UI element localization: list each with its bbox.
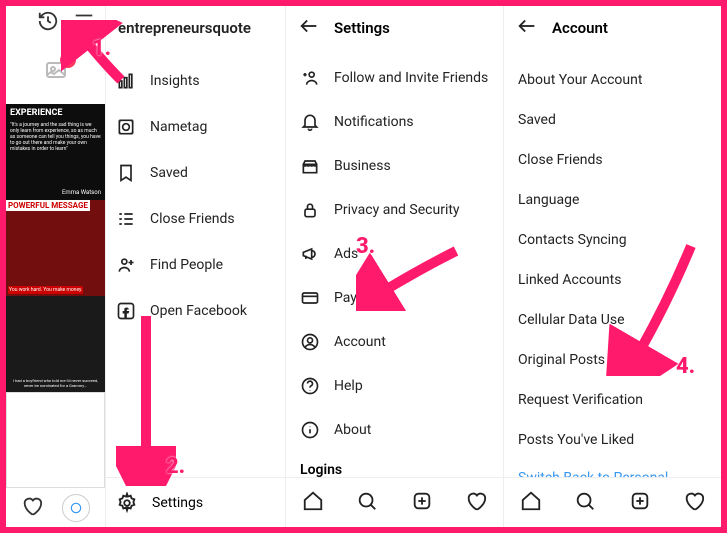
sidebar-item-nametag[interactable]: Nametag bbox=[106, 104, 285, 150]
account-item-liked[interactable]: Posts You've Liked bbox=[504, 420, 721, 460]
account-item-saved[interactable]: Saved bbox=[504, 100, 721, 140]
nav-search-icon[interactable] bbox=[574, 490, 596, 516]
page-title: Settings bbox=[334, 19, 390, 37]
account-item-contacts[interactable]: Contacts Syncing bbox=[504, 220, 721, 260]
sidebar-item-close-friends[interactable]: Close Friends bbox=[106, 196, 285, 242]
heart-icon[interactable] bbox=[21, 495, 43, 521]
list-item-label: Account bbox=[334, 334, 386, 350]
list-item-label: Posts You've Liked bbox=[518, 432, 634, 448]
list-item-label: Close Friends bbox=[518, 152, 603, 168]
back-icon[interactable] bbox=[298, 15, 320, 41]
account-item-cellular[interactable]: Cellular Data Use bbox=[504, 300, 721, 340]
list-item-label: Original Posts bbox=[518, 352, 605, 368]
post-thumbnail[interactable]: EXPERIENCE "It's a journey and the sad t… bbox=[6, 104, 105, 200]
sidebar-item-saved[interactable]: Saved bbox=[106, 150, 285, 196]
profile-avatar[interactable] bbox=[62, 494, 90, 522]
nav-home-icon[interactable] bbox=[302, 490, 324, 516]
list-item-label: Saved bbox=[518, 112, 556, 128]
nav-heart-icon[interactable] bbox=[683, 490, 705, 516]
username: entrepreneursquote bbox=[118, 19, 251, 37]
settings-item-notifications[interactable]: Notifications bbox=[286, 100, 503, 144]
list-item-label: Follow and Invite Friends bbox=[334, 70, 488, 86]
history-icon[interactable] bbox=[37, 10, 59, 36]
sidebar-item-label: Nametag bbox=[150, 119, 207, 135]
post-thumbnail[interactable]: POWERFUL MESSAGE You work hard. You make… bbox=[6, 200, 105, 296]
thumb-title: EXPERIENCE bbox=[10, 108, 101, 118]
list-item-label: Language bbox=[518, 192, 579, 208]
settings-item-follow-invite[interactable]: Follow and Invite Friends bbox=[286, 56, 503, 100]
post-thumbnail[interactable] bbox=[6, 392, 105, 488]
settings-button[interactable]: Settings bbox=[106, 477, 285, 527]
settings-item-payments[interactable]: Payments bbox=[286, 276, 503, 320]
switch-account-link[interactable]: Switch Back to Personal Account bbox=[504, 460, 721, 477]
settings-label: Settings bbox=[152, 495, 203, 511]
settings-item-about[interactable]: About bbox=[286, 408, 503, 452]
nav-add-icon[interactable] bbox=[411, 490, 433, 516]
post-thumbnail[interactable]: I had a boyfriend who told me I'd never … bbox=[6, 296, 105, 392]
list-item-label: Ads bbox=[334, 246, 358, 262]
page-title: Account bbox=[552, 19, 608, 37]
nav-search-icon[interactable] bbox=[356, 490, 378, 516]
list-item-label: About bbox=[334, 422, 371, 438]
nav-home-icon[interactable] bbox=[520, 490, 542, 516]
sidebar-item-label: Find People bbox=[150, 257, 223, 273]
sidebar-item-label: Open Facebook bbox=[150, 303, 247, 319]
settings-item-business[interactable]: Business bbox=[286, 144, 503, 188]
thumb-caption: Emma Watson bbox=[10, 189, 101, 196]
settings-item-account[interactable]: Account bbox=[286, 320, 503, 364]
settings-item-help[interactable]: Help bbox=[286, 364, 503, 408]
nav-heart-icon[interactable] bbox=[465, 490, 487, 516]
list-item-label: Request Verification bbox=[518, 392, 643, 408]
sidebar-item-find-people[interactable]: Find People bbox=[106, 242, 285, 288]
logins-header: Logins bbox=[286, 452, 503, 477]
settings-item-ads[interactable]: Ads bbox=[286, 232, 503, 276]
list-item-label: Help bbox=[334, 378, 363, 394]
list-item-label: Cellular Data Use bbox=[518, 312, 625, 328]
menu-icon[interactable] bbox=[73, 10, 95, 36]
posts-grid: EXPERIENCE "It's a journey and the sad t… bbox=[6, 104, 105, 488]
list-item-label: Notifications bbox=[334, 114, 414, 130]
account-item-about[interactable]: About Your Account bbox=[504, 60, 721, 100]
account-item-linked[interactable]: Linked Accounts bbox=[504, 260, 721, 300]
back-icon[interactable] bbox=[516, 15, 538, 41]
list-item-label: Privacy and Security bbox=[334, 202, 460, 218]
notification-badge: 3 bbox=[60, 52, 76, 68]
thumb-title: POWERFUL MESSAGE bbox=[6, 200, 90, 211]
nav-add-icon[interactable] bbox=[629, 490, 651, 516]
sidebar-item-label: Saved bbox=[150, 165, 188, 181]
sidebar-item-insights[interactable]: Insights bbox=[106, 58, 285, 104]
sidebar-item-label: Insights bbox=[150, 73, 200, 89]
sidebar-item-label: Close Friends bbox=[150, 211, 235, 227]
account-item-close-friends[interactable]: Close Friends bbox=[504, 140, 721, 180]
list-item-label: Business bbox=[334, 158, 391, 174]
account-item-language[interactable]: Language bbox=[504, 180, 721, 220]
list-item-label: Payments bbox=[334, 290, 396, 306]
settings-item-privacy[interactable]: Privacy and Security bbox=[286, 188, 503, 232]
list-item-label: Linked Accounts bbox=[518, 272, 621, 288]
account-item-verification[interactable]: Request Verification bbox=[504, 380, 721, 420]
gear-icon bbox=[116, 492, 138, 514]
sidebar-item-open-facebook[interactable]: Open Facebook bbox=[106, 288, 285, 334]
account-item-original[interactable]: Original Posts bbox=[504, 340, 721, 380]
list-item-label: About Your Account bbox=[518, 72, 642, 88]
list-item-label: Contacts Syncing bbox=[518, 232, 627, 248]
